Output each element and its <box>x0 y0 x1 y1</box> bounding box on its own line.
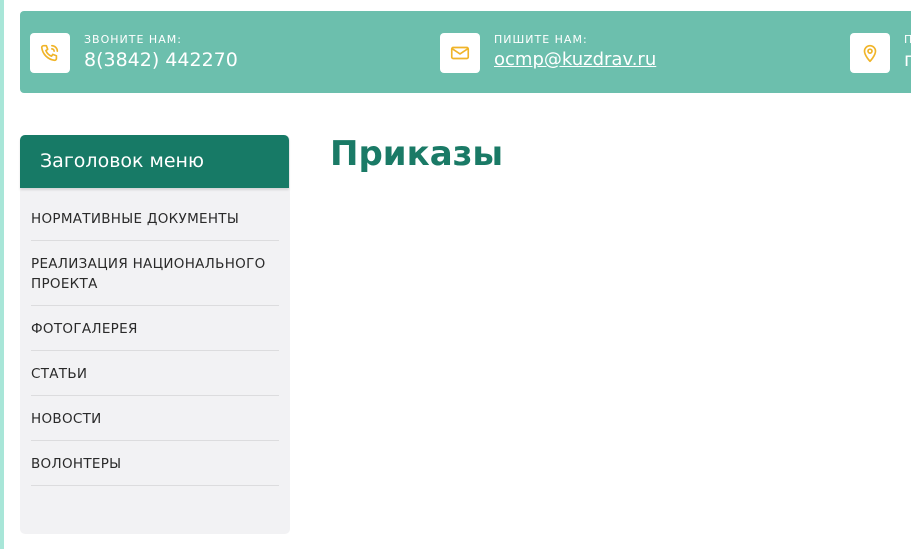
sidebar-item-normative-documents[interactable]: НОРМАТИВНЫЕ ДОКУМЕНТЫ <box>31 209 279 241</box>
location-pin-icon <box>850 33 890 73</box>
contact-bar: ЗВОНИТЕ НАМ: 8(3842) 442270 ПИШИТЕ НАМ: … <box>20 11 911 93</box>
page-title: Приказы <box>330 134 504 174</box>
sidebar-menu: Заголовок меню НОРМАТИВНЫЕ ДОКУМЕНТЫ РЕА… <box>20 135 290 534</box>
mail-icon <box>440 33 480 73</box>
sidebar-item-national-project[interactable]: РЕАЛИЗАЦИЯ НАЦИОНАЛЬНОГО ПРОЕКТА <box>31 254 279 306</box>
phone-caption: ЗВОНИТЕ НАМ: <box>84 33 182 46</box>
sidebar-header-title: Заголовок меню <box>40 150 204 172</box>
address-value: г <box>904 49 911 71</box>
phone-icon <box>30 33 70 73</box>
email-link[interactable]: ocmp@kuzdrav.ru <box>494 49 656 70</box>
contact-address: П г <box>850 11 911 93</box>
sidebar-item-articles[interactable]: СТАТЬИ <box>31 364 279 396</box>
contact-email: ПИШИТЕ НАМ: ocmp@kuzdrav.ru <box>440 11 780 93</box>
email-caption: ПИШИТЕ НАМ: <box>494 33 588 46</box>
sidebar-item-photogallery[interactable]: ФОТОГАЛЕРЕЯ <box>31 319 279 351</box>
sidebar-menu-list: НОРМАТИВНЫЕ ДОКУМЕНТЫ РЕАЛИЗАЦИЯ НАЦИОНА… <box>31 209 279 499</box>
phone-number[interactable]: 8(3842) 442270 <box>84 49 238 71</box>
sidebar-item-volunteers[interactable]: ВОЛОНТЕРЫ <box>31 454 279 486</box>
sidebar-header: Заголовок меню <box>20 135 289 188</box>
address-caption: П <box>904 33 911 46</box>
left-edge-stripe <box>0 0 4 549</box>
sidebar-item-news[interactable]: НОВОСТИ <box>31 409 279 441</box>
contact-phone: ЗВОНИТЕ НАМ: 8(3842) 442270 <box>30 11 370 93</box>
